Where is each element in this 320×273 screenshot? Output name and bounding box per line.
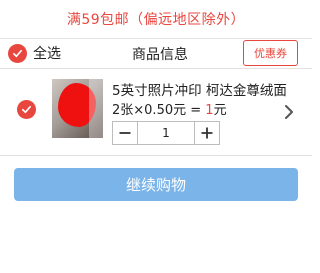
quantity-stepper: 1 bbox=[112, 121, 220, 145]
divider bbox=[0, 68, 312, 69]
minus-icon bbox=[119, 132, 131, 134]
plus-icon bbox=[201, 127, 213, 139]
coupon-button[interactable]: 优惠券 bbox=[243, 40, 298, 66]
price-unit: 元 bbox=[213, 103, 227, 118]
select-all-label: 全选 bbox=[33, 46, 61, 62]
free-shipping-banner: 满59包邮（偏远地区除外） bbox=[66, 12, 246, 28]
price-total: 1 bbox=[205, 103, 214, 118]
quantity-value[interactable]: 1 bbox=[137, 122, 195, 144]
divider bbox=[0, 155, 312, 156]
product-thumbnail[interactable] bbox=[52, 79, 103, 138]
select-all-toggle[interactable]: 全选 bbox=[8, 43, 61, 63]
cart-header: 全选 商品信息 优惠券 bbox=[0, 38, 312, 68]
check-icon bbox=[22, 105, 31, 114]
column-title: 商品信息 bbox=[132, 47, 188, 63]
price-formula: 2张×0.50元 = bbox=[112, 103, 206, 118]
chevron-right-icon[interactable] bbox=[283, 104, 295, 120]
continue-shopping-button[interactable]: 继续购物 bbox=[14, 168, 298, 201]
increase-button[interactable] bbox=[195, 122, 219, 144]
decrease-button[interactable] bbox=[113, 122, 137, 144]
price-line: 2张×0.50元 = 1元 bbox=[112, 99, 227, 118]
product-title[interactable]: 5英寸照片冲印 柯达金尊绒面 bbox=[112, 79, 298, 99]
check-icon bbox=[8, 43, 27, 63]
item-select-checkbox[interactable] bbox=[17, 100, 36, 119]
